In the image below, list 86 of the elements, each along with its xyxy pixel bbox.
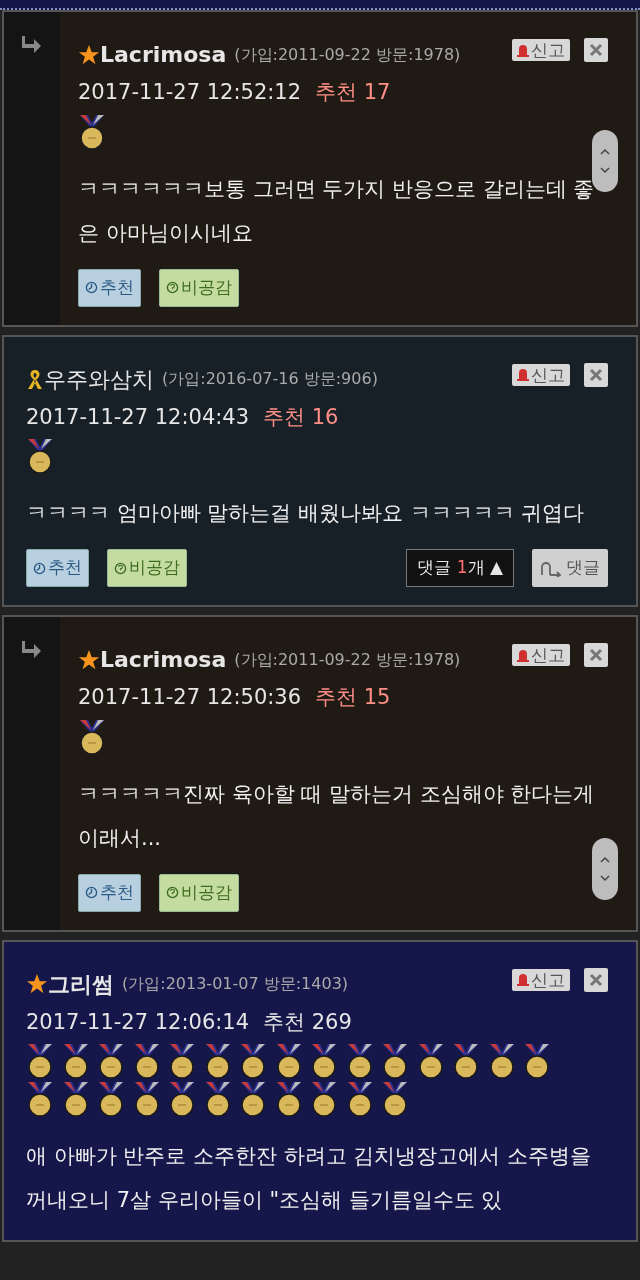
- reply-arrow-icon: [22, 641, 42, 659]
- medal-icon: [274, 1042, 303, 1080]
- medal-icon: [310, 1080, 338, 1118]
- star-icon: [78, 648, 100, 671]
- ribbon-icon: [26, 368, 44, 390]
- dislike-button[interactable]: 비공감: [159, 873, 239, 912]
- close-button[interactable]: [584, 362, 608, 387]
- close-icon: [589, 972, 603, 987]
- comment-date: 2017-11-27 12:50:36: [78, 684, 302, 711]
- medal-icon: [132, 1042, 161, 1080]
- username[interactable]: 그리썸: [48, 967, 114, 1001]
- reply-count-button[interactable]: 댓글 1개 ▲: [406, 549, 514, 587]
- scroll-handle[interactable]: [592, 837, 618, 900]
- siren-icon: [517, 648, 529, 662]
- medal-icon: [239, 1042, 267, 1080]
- medal-icon: [78, 112, 106, 151]
- medal-icon: [132, 1080, 161, 1118]
- comment-text: ㅋㅋㅋㅋ 엄마아빠 말하는걸 배웠나봐요 ㅋㅋㅋㅋㅋ 귀엽다: [26, 500, 586, 527]
- medal-icon: [61, 1080, 90, 1118]
- close-icon: [589, 43, 603, 57]
- comment-text: ㅋㅋㅋㅋㅋ진짜 육아할 때 말하는거 조심해야 한다는게 이래서...: [78, 780, 596, 852]
- report-button[interactable]: 신고: [512, 644, 570, 666]
- close-icon: [589, 648, 603, 662]
- siren-icon: [517, 973, 529, 986]
- report-button[interactable]: 신고: [512, 968, 570, 991]
- medal-icon: [452, 1042, 480, 1080]
- medal-icon: [61, 1042, 90, 1080]
- question-icon: [166, 886, 179, 899]
- question-icon: [166, 281, 179, 294]
- comment-date: 2017-11-27 12:06:14: [26, 1008, 250, 1036]
- medal-icon: [78, 717, 106, 756]
- recommend-button[interactable]: 추천: [78, 268, 141, 307]
- join-info: (가입:2016-07-16 방문:906): [162, 368, 378, 390]
- medal-icon: [239, 1080, 267, 1118]
- comment-text: 애 아빠가 반주로 소주한잔 하려고 김치냉장고에서 소주병을 꺼내오니 7살 우리아들이 "조심해 들기름일수도 있: [26, 1143, 593, 1214]
- username[interactable]: Lacrimosa: [100, 643, 227, 676]
- recommend-count: 추천 269: [263, 1008, 352, 1036]
- join-info: (가입:2011-09-22 방문:1978): [234, 648, 461, 671]
- medal-icon: [487, 1042, 516, 1080]
- reply-button[interactable]: 댓글: [532, 549, 608, 587]
- comment-text: ㅋㅋㅋㅋㅋㅋ보통 그러면 두가지 반응으로 갈리는데 좋은 아마님이시네요: [78, 175, 596, 247]
- recommend-count: 추천 15: [315, 684, 391, 711]
- medal-icon: [168, 1042, 196, 1080]
- report-button[interactable]: 신고: [512, 39, 570, 61]
- username[interactable]: Lacrimosa: [100, 38, 227, 71]
- join-info: (가입:2011-09-22 방문:1978): [234, 43, 461, 66]
- dislike-button[interactable]: 비공감: [107, 549, 187, 587]
- clock-icon: [85, 281, 98, 294]
- dislike-button[interactable]: 비공감: [159, 268, 239, 307]
- medal-icon: [203, 1080, 232, 1118]
- close-button[interactable]: [584, 967, 608, 992]
- medal-icon: [523, 1042, 551, 1080]
- medal-icon: [381, 1042, 409, 1080]
- medal-icon: [97, 1042, 125, 1080]
- medal-icon: [97, 1080, 125, 1118]
- siren-icon: [517, 368, 529, 381]
- medal-icon: [274, 1080, 303, 1118]
- comment-date: 2017-11-27 12:04:43: [26, 403, 250, 431]
- username[interactable]: 우주와삼치: [44, 362, 154, 396]
- medal-icon: [345, 1080, 374, 1118]
- siren-icon: [517, 43, 529, 57]
- medal-icon: [381, 1080, 409, 1118]
- recommend-count: 추천 16: [263, 403, 339, 431]
- close-icon: [589, 367, 603, 382]
- scroll-handle[interactable]: [592, 130, 618, 192]
- comment-date: 2017-11-27 12:52:12: [78, 79, 302, 106]
- report-button[interactable]: 신고: [512, 363, 570, 386]
- medal-icon: [310, 1042, 338, 1080]
- medal-icon: [203, 1042, 232, 1080]
- star-icon: [26, 973, 48, 995]
- medal-icon: [168, 1080, 196, 1118]
- medal-icon: [26, 437, 54, 475]
- join-info: (가입:2013-01-07 방문:1403): [122, 973, 349, 995]
- medal-icon: [26, 1080, 54, 1118]
- star-icon: [78, 43, 100, 66]
- clock-icon: [33, 561, 46, 575]
- question-icon: [114, 561, 127, 575]
- reply-arrow-icon: [540, 559, 562, 577]
- recommend-button[interactable]: 추천: [78, 873, 141, 912]
- medal-icon: [345, 1042, 374, 1080]
- medal-icon: [416, 1042, 445, 1080]
- medal-icon: [26, 1042, 54, 1080]
- clock-icon: [85, 886, 98, 899]
- recommend-count: 추천 17: [315, 79, 391, 106]
- recommend-button[interactable]: 추천: [26, 549, 89, 587]
- reply-arrow-icon: [22, 36, 42, 54]
